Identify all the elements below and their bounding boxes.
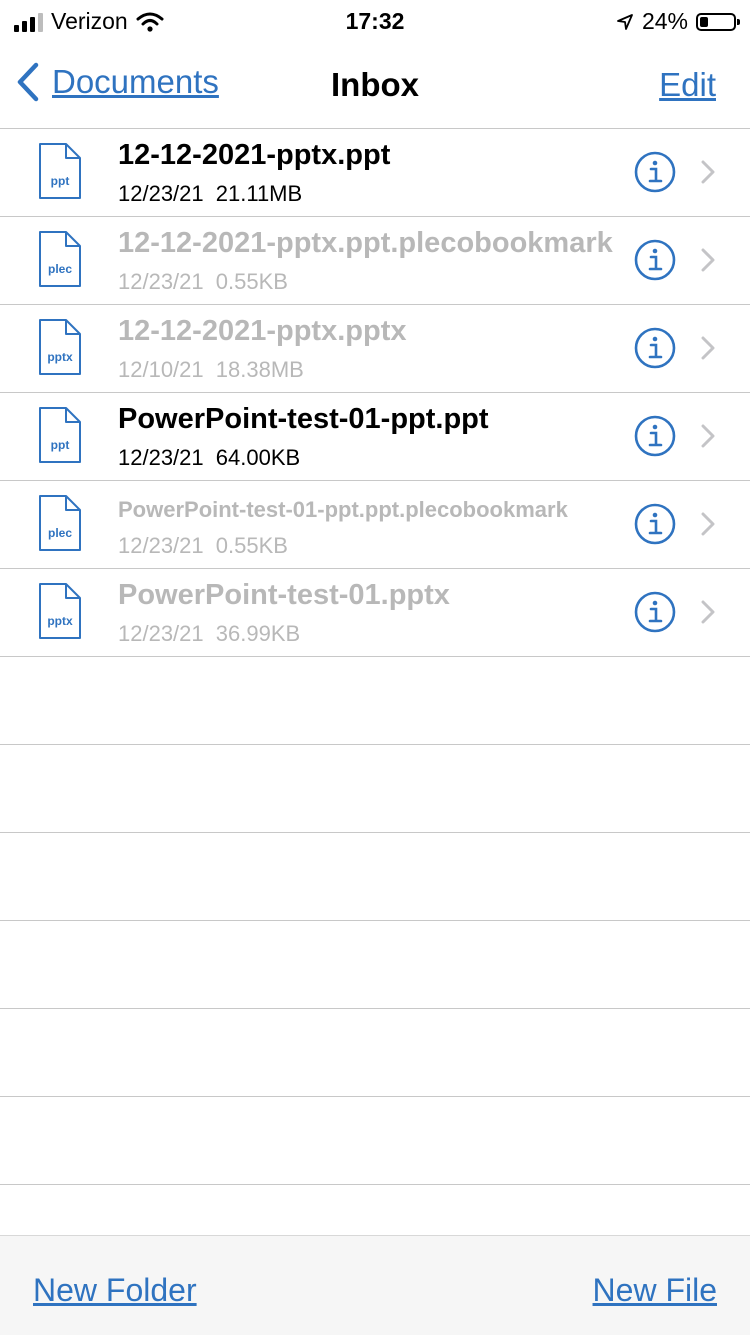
new-folder-button[interactable]: New Folder <box>33 1272 197 1309</box>
file-meta: 12/23/21 64.00KB <box>118 445 300 471</box>
status-right: 24% <box>616 8 740 35</box>
document-icon: plec <box>39 495 81 551</box>
document-icon: pptx <box>39 319 81 375</box>
file-name: PowerPoint-test-01-ppt.ppt.plecobookmark <box>118 497 568 522</box>
document-icon: pptx <box>39 583 81 639</box>
info-icon[interactable] <box>634 415 676 457</box>
file-meta: 12/23/21 0.55KB <box>118 269 288 295</box>
file-row[interactable]: plec 12-12-2021-pptx.ppt.plecobookmark 12/… <box>0 217 750 305</box>
file-name: 12-12-2021-pptx.pptx <box>118 315 407 347</box>
chevron-right-icon <box>701 424 715 448</box>
file-type-label: pptx <box>47 350 73 364</box>
file-size: 0.55KB <box>215 269 288 294</box>
file-row[interactable]: ppt PowerPoint-test-01-ppt.ppt 12/23/21 64… <box>0 393 750 481</box>
chevron-right-icon <box>701 336 715 360</box>
file-size: 64.00KB <box>215 445 301 470</box>
document-icon: ppt <box>39 143 81 199</box>
file-name: 12-12-2021-pptx.ppt <box>118 139 391 171</box>
file-size: 21.11MB <box>215 181 303 206</box>
bottom-toolbar: New Folder New File <box>0 1235 750 1335</box>
document-icon: ppt <box>39 407 81 463</box>
empty-row <box>0 833 750 921</box>
file-type-label: plec <box>48 262 72 276</box>
empty-row <box>0 1097 750 1185</box>
empty-row <box>0 657 750 745</box>
new-file-button[interactable]: New File <box>593 1272 717 1309</box>
file-row[interactable]: pptx PowerPoint-test-01.pptx 12/23/21 36.9… <box>0 569 750 657</box>
info-icon[interactable] <box>634 239 676 281</box>
file-row[interactable]: pptx 12-12-2021-pptx.pptx 12/10/21 18.38MB <box>0 305 750 393</box>
empty-row <box>0 1009 750 1097</box>
chevron-right-icon <box>701 160 715 184</box>
file-name: PowerPoint-test-01-ppt.ppt <box>118 403 489 435</box>
file-row[interactable]: ppt 12-12-2021-pptx.ppt 12/23/21 21.11MB <box>0 129 750 217</box>
file-name: PowerPoint-test-01.pptx <box>118 579 450 611</box>
info-icon[interactable] <box>634 327 676 369</box>
document-icon: plec <box>39 231 81 287</box>
file-meta: 12/23/21 0.55KB <box>118 533 288 559</box>
file-meta: 12/23/21 21.11MB <box>118 181 302 207</box>
file-name: 12-12-2021-pptx.ppt.plecobookmark <box>118 227 613 259</box>
file-date: 12/23/21 <box>118 181 204 206</box>
file-row[interactable]: plec PowerPoint-test-01-ppt.ppt.plecobook… <box>0 481 750 569</box>
empty-row <box>0 921 750 1009</box>
file-list: ppt 12-12-2021-pptx.ppt 12/23/21 21.11MB pl… <box>0 129 750 1185</box>
file-date: 12/23/21 <box>118 269 204 294</box>
chevron-right-icon <box>701 248 715 272</box>
battery-percent: 24% <box>641 8 688 34</box>
info-icon[interactable] <box>634 151 676 193</box>
file-date: 12/23/21 <box>118 533 204 558</box>
info-icon[interactable] <box>634 591 676 633</box>
info-icon[interactable] <box>634 503 676 545</box>
file-date: 12/23/21 <box>118 621 204 646</box>
file-type-label: plec <box>48 526 72 540</box>
file-size: 0.55KB <box>215 533 288 558</box>
empty-row <box>0 745 750 833</box>
file-type-label: ppt <box>51 438 70 452</box>
page-title: Inbox <box>331 66 419 103</box>
status-bar: Verizon 17:32 24% <box>0 0 750 44</box>
battery-icon <box>696 12 740 31</box>
location-arrow-icon <box>617 13 633 30</box>
file-type-label: pptx <box>47 614 73 628</box>
file-meta: 12/10/21 18.38MB <box>118 357 304 383</box>
file-date: 12/23/21 <box>118 445 204 470</box>
file-size: 36.99KB <box>215 621 301 646</box>
edit-button[interactable]: Edit <box>659 66 716 104</box>
chevron-right-icon <box>701 512 715 536</box>
file-size: 18.38MB <box>215 357 304 382</box>
file-date: 12/10/21 <box>118 357 204 382</box>
file-type-label: ppt <box>51 174 70 188</box>
chevron-right-icon <box>701 600 715 624</box>
file-meta: 12/23/21 36.99KB <box>118 621 300 647</box>
navigation-bar: Documents Inbox Edit <box>0 44 750 129</box>
